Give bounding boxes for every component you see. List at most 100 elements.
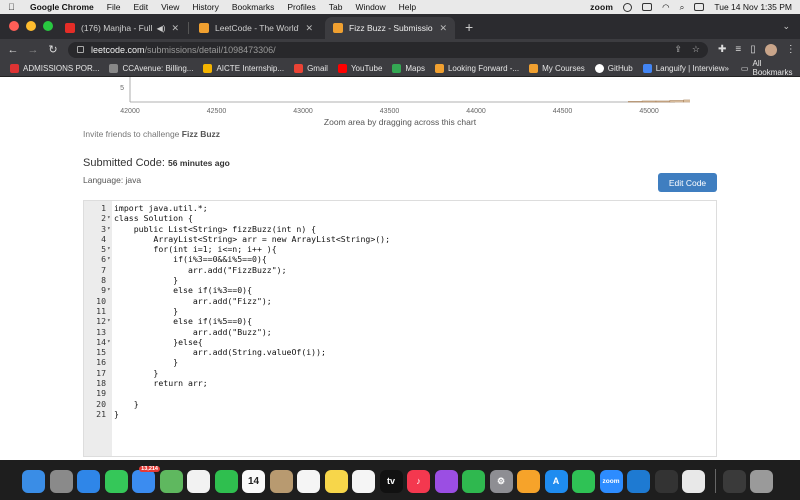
tab-fizz-buzz[interactable]: Fizz Buzz - Submission Detail ✕: [325, 17, 455, 39]
bookmark-youtube[interactable]: YouTube: [337, 63, 382, 73]
facetime-icon[interactable]: [214, 469, 238, 493]
address-bar[interactable]: leetcode.com/submissions/detail/10984733…: [68, 41, 708, 58]
histogram-bar[interactable]: [655, 100, 671, 103]
bookmark-looking-forward[interactable]: Looking Forward -...: [434, 63, 519, 73]
fold-toggle-icon[interactable]: ▾: [106, 316, 114, 326]
vscode-icon[interactable]: [627, 469, 650, 493]
fold-toggle-icon[interactable]: ▾: [106, 224, 114, 234]
fold-toggle-icon[interactable]: ▾: [106, 213, 114, 223]
bookmark-ccavenue[interactable]: CCAvenue: Billing...: [109, 63, 193, 73]
tv-icon[interactable]: tv: [379, 469, 403, 493]
bookmark-gmail[interactable]: Gmail: [294, 63, 328, 73]
more-bookmarks-chevron-icon[interactable]: »: [724, 64, 728, 73]
maximize-window-icon[interactable]: [43, 21, 53, 31]
numbers-icon[interactable]: [462, 469, 485, 493]
chrome-icon[interactable]: [682, 469, 705, 493]
search-icon[interactable]: ⌕: [680, 2, 685, 13]
bookmark-github[interactable]: GitHub: [594, 63, 633, 73]
histogram-bar[interactable]: [683, 99, 698, 103]
distribution-histogram[interactable]: 5 42000 42500 43000 43500 44000 44500 45000: [110, 77, 800, 122]
freeform-icon[interactable]: [352, 469, 375, 493]
bookmark-languify[interactable]: Languify | Interview: [642, 63, 724, 73]
minimize-window-icon[interactable]: [26, 21, 36, 31]
whatsapp-icon[interactable]: [572, 469, 595, 493]
music-icon[interactable]: ♪: [407, 469, 430, 493]
notes-icon[interactable]: [324, 469, 348, 493]
histogram-bar[interactable]: [627, 101, 643, 103]
pages-icon[interactable]: [517, 469, 540, 493]
bookmark-aicte[interactable]: AICTE Internship...: [203, 63, 284, 73]
control-center-icon[interactable]: [694, 3, 705, 11]
histogram-bar[interactable]: [669, 100, 684, 103]
trash-icon[interactable]: [750, 469, 773, 493]
fold-toggle-icon[interactable]: ▾: [106, 285, 114, 295]
new-tab-icon[interactable]: +: [465, 19, 473, 35]
reminders-icon[interactable]: [297, 469, 320, 493]
system-settings-icon[interactable]: ⚙: [489, 469, 513, 493]
bookmark-maps[interactable]: Maps: [392, 63, 425, 73]
back-arrow-icon[interactable]: ←: [6, 44, 20, 56]
wifi-icon[interactable]: ◠: [662, 2, 669, 13]
bookmark-admissions-portal[interactable]: ADMISSIONS POR...: [10, 63, 99, 73]
fold-toggle-icon[interactable]: ▾: [106, 244, 114, 254]
datetime-label[interactable]: Tue 14 Nov 1:35 PM: [714, 2, 792, 12]
app-name-menu[interactable]: Google Chrome: [30, 2, 94, 12]
side-panel-icon[interactable]: ▯: [750, 44, 756, 55]
photos-icon[interactable]: [187, 469, 210, 493]
menu-edit[interactable]: Edit: [133, 2, 148, 12]
maps-icon[interactable]: [159, 469, 183, 493]
contacts-icon[interactable]: [269, 469, 293, 493]
menu-history[interactable]: History: [192, 2, 218, 12]
chrome-menu-icon[interactable]: ⋮: [786, 44, 796, 55]
messages-icon[interactable]: [104, 469, 128, 493]
tab-search-chevron-icon[interactable]: ⌄: [782, 21, 790, 32]
share-icon[interactable]: ⇪: [674, 44, 682, 55]
playback-icon[interactable]: [623, 2, 633, 12]
finder-icon[interactable]: [22, 469, 45, 493]
menu-window[interactable]: Window: [355, 2, 385, 12]
launchpad-icon[interactable]: [49, 469, 73, 493]
tab-leetcode[interactable]: LeetCode - The World's Leadi ✕: [191, 17, 321, 39]
reading-list-icon[interactable]: ≡: [735, 44, 741, 55]
app-store-icon[interactable]: A: [544, 469, 568, 493]
zoom-icon[interactable]: zoom: [599, 469, 623, 493]
edit-code-button[interactable]: Edit Code: [658, 173, 717, 192]
invite-problem-link[interactable]: Fizz Buzz: [182, 129, 220, 139]
maps-icon: [392, 63, 402, 73]
menu-profiles[interactable]: Profiles: [287, 2, 315, 12]
fold-toggle-icon[interactable]: ▾: [106, 337, 114, 347]
profile-avatar[interactable]: [764, 43, 777, 56]
code-viewer[interactable]: 1 import java.util.*; 2 ▾ class Solution {3 ▾…: [83, 200, 717, 457]
close-tab-icon[interactable]: ✕: [171, 23, 179, 34]
apple-icon[interactable]: : [8, 2, 18, 12]
battery-icon[interactable]: [642, 3, 653, 11]
audio-playing-icon[interactable]: ◀): [157, 24, 166, 33]
mail-icon[interactable]: 13,214: [132, 465, 160, 493]
close-tab-icon[interactable]: ✕: [439, 23, 447, 34]
menu-bookmarks[interactable]: Bookmarks: [232, 2, 275, 12]
close-window-icon[interactable]: [9, 21, 19, 31]
safari-icon[interactable]: [77, 469, 100, 493]
lock-icon[interactable]: [77, 46, 84, 53]
brush-app-icon[interactable]: [654, 469, 678, 493]
downloads-icon[interactable]: [722, 469, 746, 493]
runtime-distribution-chart[interactable]: 5 42000 42500 43000 43500 44000 44500 45000: [110, 77, 800, 122]
forward-arrow-icon[interactable]: →: [26, 44, 40, 56]
menu-file[interactable]: File: [107, 2, 121, 12]
menu-help[interactable]: Help: [399, 2, 416, 12]
calendar-icon[interactable]: 14: [242, 469, 265, 493]
close-tab-icon[interactable]: ✕: [305, 23, 313, 34]
all-bookmarks-folder[interactable]: ▭ All Bookmarks: [741, 59, 793, 77]
extensions-icon[interactable]: ✚: [718, 44, 726, 55]
zoom-status-item[interactable]: zoom: [590, 2, 613, 12]
menu-view[interactable]: View: [161, 2, 179, 12]
bookmark-my-courses[interactable]: My Courses: [529, 63, 585, 73]
histogram-bar[interactable]: [641, 100, 657, 103]
menu-tab[interactable]: Tab: [329, 2, 343, 12]
tab-youtube[interactable]: (176) Manjha - Full Video ◀) ✕: [57, 17, 189, 39]
code-line: 14 ▾ }else{: [84, 337, 716, 347]
fold-toggle-icon[interactable]: ▾: [106, 254, 114, 264]
reload-icon[interactable]: ↻: [46, 43, 60, 56]
bookmark-star-icon[interactable]: ☆: [692, 44, 700, 55]
podcasts-icon[interactable]: [434, 469, 458, 493]
